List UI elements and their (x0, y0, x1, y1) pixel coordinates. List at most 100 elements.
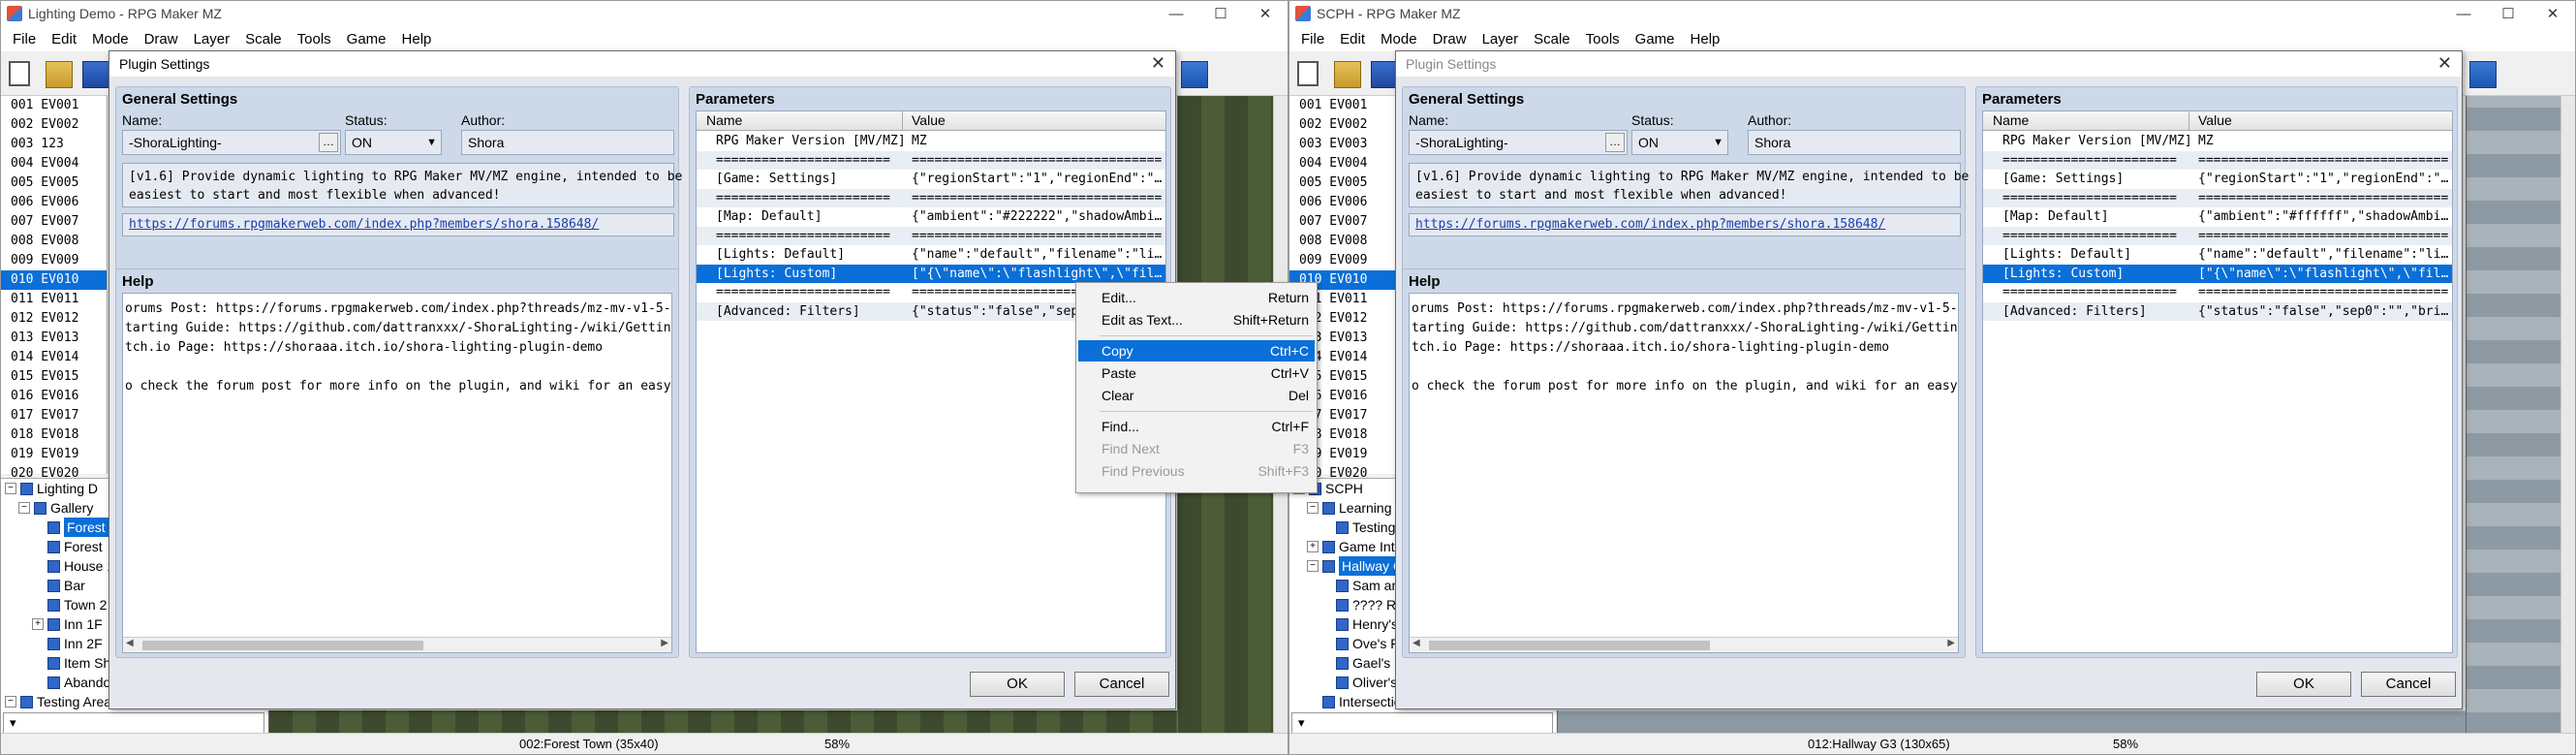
new-project-icon[interactable] (9, 61, 30, 86)
minimize-icon[interactable]: — (1154, 1, 1198, 26)
parameter-row[interactable]: ======================= =================… (697, 150, 1165, 170)
menu-draw[interactable]: Draw (1425, 31, 1474, 47)
open-project-icon[interactable] (1334, 61, 1361, 88)
status-combo[interactable]: ON ▼ (345, 130, 442, 155)
expand-toggle-icon[interactable]: − (5, 696, 16, 708)
scroll-right-icon[interactable]: ▶ (1947, 638, 1955, 648)
tree-filter-combo[interactable]: ▾ (3, 712, 264, 734)
event-list-item[interactable]: 001 EV001 (1, 96, 107, 115)
menu-tools[interactable]: Tools (1578, 31, 1628, 47)
plugin-url-link[interactable]: https://forums.rpgmakerweb.com/index.php… (1409, 213, 1961, 236)
event-list-item[interactable]: 002 EV002 (1, 115, 107, 135)
event-list-item[interactable]: 004 EV004 (1, 154, 107, 173)
cancel-button[interactable]: Cancel (2361, 672, 2456, 697)
help-text-box[interactable]: orums Post: https://forums.rpgmakerweb.c… (1409, 293, 1959, 653)
event-list-item[interactable]: 003 123 (1, 135, 107, 154)
event-list-item[interactable]: 017 EV017 (1, 406, 107, 425)
save-project-icon[interactable] (82, 61, 109, 88)
plugin-url-link[interactable]: https://forums.rpgmakerweb.com/index.php… (122, 213, 674, 236)
parameter-row[interactable]: ======================= =================… (1983, 283, 2452, 302)
menu-tools[interactable]: Tools (290, 31, 339, 47)
status-combo[interactable]: ON ▼ (1631, 130, 1728, 155)
parameter-row[interactable]: ======================= =================… (697, 188, 1165, 207)
plugin-name-field[interactable]: -ShoraLighting- … (122, 130, 341, 155)
parameter-row[interactable]: [Game: Settings] {"regionStart":"1","regi… (1983, 170, 2452, 189)
col-name-header[interactable]: Name (706, 112, 742, 128)
context-menu-item[interactable]: Find... Ctrl+F (1078, 416, 1315, 437)
parameter-row[interactable]: [Advanced: Filters] {"status":"false","se… (1983, 301, 2452, 321)
maximize-icon[interactable]: ☐ (1198, 1, 1243, 26)
ok-button[interactable]: OK (970, 672, 1065, 697)
menu-mode[interactable]: Mode (1373, 31, 1425, 47)
event-list-item[interactable]: 005 EV005 (1, 173, 107, 193)
parameter-row[interactable]: ======================= =================… (697, 226, 1165, 245)
context-menu-item[interactable]: Copy Ctrl+C (1078, 340, 1315, 362)
scroll-left-icon[interactable]: ◀ (126, 638, 134, 648)
minimize-icon[interactable]: — (2441, 1, 2486, 26)
new-project-icon[interactable] (1297, 61, 1319, 86)
help-text-box[interactable]: orums Post: https://forums.rpgmakerweb.c… (122, 293, 672, 653)
event-list-item[interactable]: 007 EV007 (1289, 212, 1395, 232)
scroll-right-icon[interactable]: ▶ (661, 638, 668, 648)
parameter-row[interactable]: [Map: Default] {"ambient":"#222222","shad… (697, 207, 1165, 227)
expand-toggle-icon[interactable]: − (5, 483, 16, 494)
parameter-row[interactable]: [Lights: Default] {"name":"default","file… (1983, 245, 2452, 265)
dialog-close-icon[interactable]: ✕ (2437, 53, 2452, 74)
menu-file[interactable]: File (1293, 31, 1332, 47)
event-list-item[interactable]: 002 EV002 (1289, 115, 1395, 135)
event-list-item[interactable]: 015 EV015 (1, 367, 107, 387)
help-horizontal-scrollbar[interactable]: ◀ ▶ (123, 637, 671, 652)
event-list[interactable]: 001 EV001 002 EV002 003 123 004 EV004 005 EV… (1, 96, 108, 481)
parameter-row[interactable]: RPG Maker Version [MV/MZ] MZ (1983, 132, 2452, 151)
context-menu-item[interactable]: Edit... Return (1078, 287, 1315, 308)
event-list-item[interactable]: 006 EV006 (1, 193, 107, 212)
menu-edit[interactable]: Edit (1332, 31, 1373, 47)
event-list-item[interactable]: 013 EV013 (1, 329, 107, 348)
parameter-row[interactable]: [Lights: Custom] ["{\"name\":\"flashlight… (1983, 264, 2452, 283)
col-value-header[interactable]: Value (912, 112, 946, 128)
ok-button[interactable]: OK (2256, 672, 2351, 697)
menu-game[interactable]: Game (1628, 31, 1683, 47)
parameter-row[interactable]: ======================= =================… (1983, 188, 2452, 207)
event-list-item[interactable]: 005 EV005 (1289, 173, 1395, 193)
parameter-row[interactable]: RPG Maker Version [MV/MZ] MZ (697, 132, 1165, 151)
event-list-item[interactable]: 016 EV016 (1, 387, 107, 406)
col-value-header[interactable]: Value (2198, 112, 2232, 128)
event-list-item[interactable]: 008 EV008 (1289, 232, 1395, 251)
save-project-icon[interactable] (1371, 61, 1398, 88)
browse-plugin-button[interactable]: … (319, 133, 338, 152)
menu-layer[interactable]: Layer (186, 31, 238, 47)
context-menu-item[interactable]: Paste Ctrl+V (1078, 362, 1315, 384)
event-list-item[interactable]: 009 EV009 (1, 251, 107, 270)
context-menu-item[interactable]: Clear Del (1078, 385, 1315, 406)
event-list-item[interactable]: 006 EV006 (1289, 193, 1395, 212)
event-list-item[interactable]: 009 EV009 (1289, 251, 1395, 270)
context-menu-item[interactable]: Edit as Text... Shift+Return (1078, 309, 1315, 330)
event-list-item[interactable]: 019 EV019 (1, 445, 107, 464)
parameter-row[interactable]: ======================= =================… (1983, 226, 2452, 245)
help-horizontal-scrollbar[interactable]: ◀ ▶ (1410, 637, 1958, 652)
menu-help[interactable]: Help (1683, 31, 1728, 47)
event-list-item[interactable]: 008 EV008 (1, 232, 107, 251)
parameter-row[interactable]: ======================= =================… (1983, 150, 2452, 170)
playtest-icon[interactable] (2469, 61, 2497, 88)
browse-plugin-button[interactable]: … (1605, 133, 1625, 152)
expand-toggle-icon[interactable]: − (1307, 560, 1319, 572)
event-list-item[interactable]: 012 EV012 (1, 309, 107, 329)
menu-help[interactable]: Help (394, 31, 440, 47)
menu-mode[interactable]: Mode (84, 31, 137, 47)
menu-layer[interactable]: Layer (1474, 31, 1527, 47)
parameter-row[interactable]: [Lights: Custom] ["{\"name\":\"flashlight… (697, 264, 1165, 283)
menu-scale[interactable]: Scale (1526, 31, 1578, 47)
event-list-item[interactable]: 004 EV004 (1289, 154, 1395, 173)
playtest-icon[interactable] (1181, 61, 1208, 88)
menu-scale[interactable]: Scale (237, 31, 290, 47)
scroll-left-icon[interactable]: ◀ (1412, 638, 1420, 648)
event-list-item[interactable]: 001 EV001 (1289, 96, 1395, 115)
event-list-item[interactable]: 003 EV003 (1289, 135, 1395, 154)
menu-edit[interactable]: Edit (44, 31, 84, 47)
parameters-table[interactable]: Name Value RPG Maker Version [MV/MZ] MZ ==… (1982, 110, 2453, 653)
event-list-item[interactable]: 011 EV011 (1, 290, 107, 309)
tree-filter-combo[interactable]: ▾ (1291, 712, 1553, 734)
open-project-icon[interactable] (46, 61, 73, 88)
